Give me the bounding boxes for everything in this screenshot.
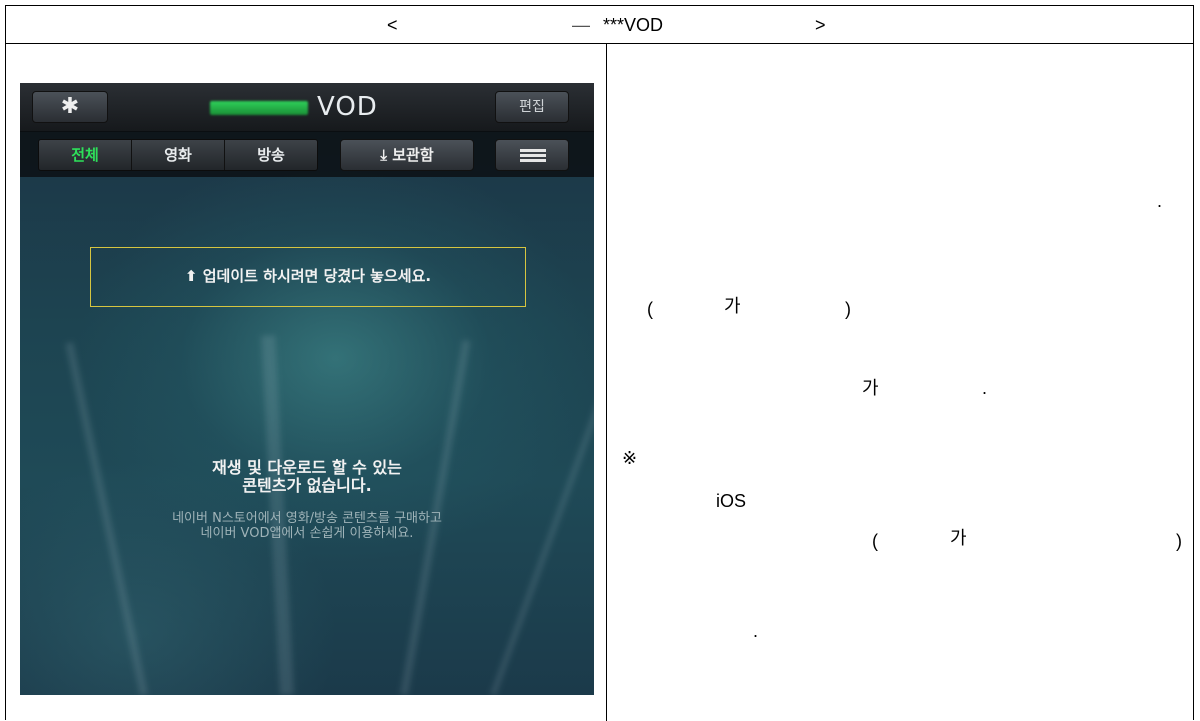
up-arrow-icon: ⬆ xyxy=(184,267,198,285)
desc-text: 가 xyxy=(862,378,879,398)
reference-mark: ※ xyxy=(622,448,638,468)
empty-sub-line-1: 네이버 N스토어에서 영화/방송 콘텐츠를 구매하고 xyxy=(172,511,442,526)
category-tabs: 전체 영화 방송 xyxy=(38,139,318,171)
header-row: < — ***VOD > xyxy=(6,6,1193,44)
app-screenshot: ✱ VOD 편집 전체 영화 방송 ⤓ 보관함 ⬆ 업데이트 하시려면 당겼다 … xyxy=(20,83,594,695)
desc-text: . xyxy=(982,378,988,398)
empty-sub-line-2: 네이버 VOD앱에서 손쉽게 이용하세요. xyxy=(200,526,414,541)
column-divider xyxy=(606,44,607,721)
storage-label: 보관함 xyxy=(392,146,434,164)
desc-text: 가 xyxy=(724,296,741,316)
desc-text: ( xyxy=(872,531,878,551)
header-dash: — xyxy=(572,15,590,35)
desc-text: ( xyxy=(647,299,653,319)
pull-to-refresh-box[interactable]: ⬆ 업데이트 하시려면 당겼다 놓으세요. xyxy=(90,247,526,307)
menu-button[interactable] xyxy=(495,139,569,171)
brand-logo xyxy=(210,101,308,115)
desc-text: iOS xyxy=(716,491,747,511)
desc-text: . xyxy=(1157,191,1163,211)
header-left-bracket: < xyxy=(387,15,398,35)
settings-button[interactable]: ✱ xyxy=(32,91,108,123)
download-icon: ⤓ xyxy=(380,146,387,164)
empty-subtext: 네이버 N스토어에서 영화/방송 콘텐츠를 구매하고 네이버 VOD앱에서 손쉽… xyxy=(20,511,594,541)
header-title: ***VOD xyxy=(603,15,664,35)
storage-button[interactable]: ⤓ 보관함 xyxy=(340,139,474,171)
app-title-bar: ✱ VOD 편집 xyxy=(20,83,594,132)
tab-movie[interactable]: 영화 xyxy=(132,140,225,170)
header-right-bracket: > xyxy=(815,15,826,35)
empty-message: 재생 및 다운로드 할 수 있는 콘텐츠가 없습니다. xyxy=(20,459,594,495)
desc-text: 가 xyxy=(950,528,967,548)
update-text: 업데이트 하시려면 당겼다 놓으세요. xyxy=(202,267,432,285)
desc-text: ) xyxy=(845,299,851,319)
empty-line-2: 콘텐츠가 없습니다. xyxy=(242,476,372,495)
desc-text: . xyxy=(753,621,759,641)
document-frame: < — ***VOD > ✱ VOD 편집 전체 영화 방송 ⤓ 보관함 ⬆ 업… xyxy=(5,5,1194,721)
edit-button[interactable]: 편집 xyxy=(495,91,569,123)
app-title: VOD xyxy=(317,92,378,122)
empty-line-1: 재생 및 다운로드 할 수 있는 xyxy=(212,458,402,477)
gear-icon: ✱ xyxy=(60,94,80,119)
desc-text: ) xyxy=(1176,531,1182,551)
tab-all[interactable]: 전체 xyxy=(39,140,132,170)
tab-broadcast[interactable]: 방송 xyxy=(225,140,317,170)
